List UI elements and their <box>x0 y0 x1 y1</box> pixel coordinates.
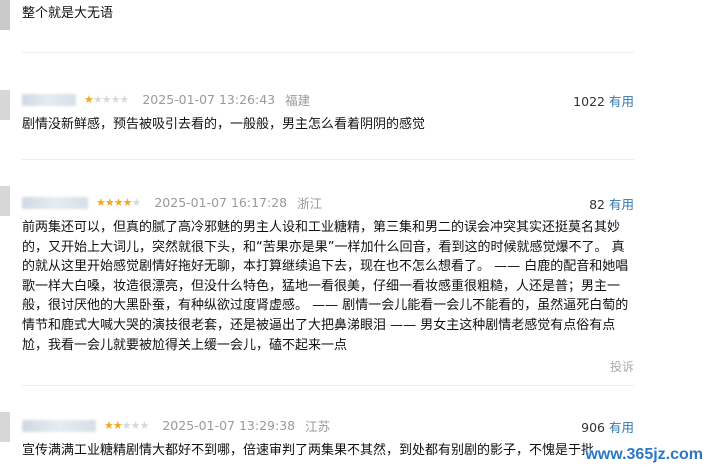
useful-vote[interactable]: 906 有用 <box>581 417 634 436</box>
divider <box>22 52 634 53</box>
useful-count: 82 <box>589 197 605 212</box>
rating-stars: ★★★★★ <box>83 93 129 106</box>
report-link[interactable]: 投诉 <box>610 358 634 375</box>
avatar-strip <box>0 90 10 120</box>
useful-count: 1022 <box>573 94 605 109</box>
review-location: 江苏 <box>305 419 331 434</box>
username-blurred[interactable] <box>22 196 88 209</box>
avatar-strip <box>0 186 10 216</box>
rating-stars: ★★★★★ <box>95 196 141 209</box>
avatar-strip <box>0 412 10 442</box>
review-text: 宣传满满工业糖精剧情大都好不到哪，倍速审判了两集果不其然，到处都有别剧的影子，不… <box>22 443 607 458</box>
star-empty-icon: ★ <box>92 93 103 106</box>
review-text: 前两集还可以，但真的腻了高冷邪魅的男主人设和工业糖精，第三集和男二的误会冲突其实… <box>22 220 629 353</box>
username-blurred[interactable] <box>22 419 96 432</box>
star-empty-icon: ★ <box>131 196 141 209</box>
rating-stars: ★★★★★ <box>103 419 149 432</box>
star-filled-icon: ★ <box>83 93 94 106</box>
star-empty-icon: ★ <box>101 93 112 106</box>
star-filled-icon: ★ <box>95 196 106 209</box>
review-meta: ★★★★★ 2025-01-07 13:26:43 福建 <box>22 90 310 108</box>
useful-vote[interactable]: 1022 有用 <box>573 91 634 110</box>
star-filled-icon: ★ <box>113 196 124 209</box>
review-text: 剧情没新鲜感，预告被吸引去看的，一般般，男主怎么看着阴阴的感觉 <box>22 117 426 132</box>
divider <box>22 159 634 160</box>
avatar-strip <box>0 0 10 30</box>
star-empty-icon: ★ <box>121 419 132 432</box>
useful-button[interactable]: 有用 <box>609 420 634 435</box>
review-meta: ★★★★★ 2025-01-07 13:29:38 江苏 <box>22 416 330 434</box>
review-date: 2025-01-07 13:26:43 <box>142 92 276 107</box>
review-location: 福建 <box>285 93 311 108</box>
review-location: 浙江 <box>297 196 323 211</box>
useful-vote[interactable]: 82 有用 <box>589 194 634 213</box>
star-filled-icon: ★ <box>104 196 115 209</box>
useful-button[interactable]: 有用 <box>609 197 634 212</box>
star-filled-icon: ★ <box>112 419 123 432</box>
username-blurred[interactable] <box>22 93 76 106</box>
star-empty-icon: ★ <box>119 93 129 106</box>
review-date: 2025-01-07 16:17:28 <box>154 195 288 210</box>
divider <box>22 385 634 386</box>
watermark-logo: www.365jz.com <box>585 446 703 463</box>
useful-button[interactable]: 有用 <box>609 94 634 109</box>
star-filled-icon: ★ <box>103 419 114 432</box>
review-meta: ★★★★★ 2025-01-07 16:17:28 浙江 <box>22 193 322 211</box>
review-date: 2025-01-07 13:29:38 <box>162 418 296 433</box>
useful-count: 906 <box>581 420 605 435</box>
review-text-snippet: 整个就是大无语 <box>22 6 114 21</box>
star-empty-icon: ★ <box>139 419 149 432</box>
